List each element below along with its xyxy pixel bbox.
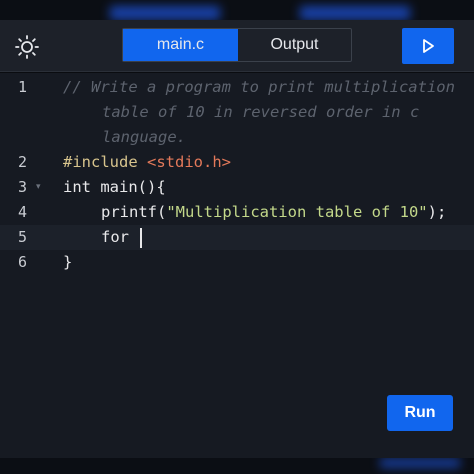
line-number: 2 bbox=[18, 153, 28, 171]
line-number: 3 bbox=[18, 178, 28, 196]
text-cursor bbox=[140, 227, 143, 248]
play-icon bbox=[423, 39, 434, 53]
code-line: 3 ▾ int main(){ bbox=[0, 175, 474, 200]
code-line: 6 } bbox=[0, 250, 474, 275]
comment-text: table of 10 in reversed order in c bbox=[102, 103, 420, 121]
run-button[interactable]: Run bbox=[387, 395, 453, 431]
code-line-active: 5 for bbox=[0, 225, 474, 250]
play-button[interactable] bbox=[402, 28, 454, 64]
code-tail: ); bbox=[427, 203, 447, 221]
code-line-wrap: table of 10 in reversed order in c bbox=[0, 100, 474, 125]
line-number: 5 bbox=[18, 228, 28, 246]
string-literal: "Multiplication table of 10" bbox=[166, 203, 428, 221]
line-number: 6 bbox=[18, 253, 28, 271]
line-number: 4 bbox=[18, 203, 28, 221]
file-tabs: main.c Output bbox=[122, 28, 352, 62]
header-name: <stdio.h> bbox=[147, 153, 231, 171]
editor-toolbar: main.c Output bbox=[0, 20, 474, 72]
tab-main-c[interactable]: main.c bbox=[123, 29, 238, 61]
include-directive: #include bbox=[63, 153, 138, 171]
theme-toggle-button[interactable] bbox=[14, 34, 40, 60]
line-number: 1 bbox=[18, 78, 28, 96]
tab-output[interactable]: Output bbox=[238, 29, 351, 61]
bottom-bezel bbox=[0, 458, 474, 474]
top-bezel bbox=[0, 0, 474, 20]
code-line: 4 printf("Multiplication table of 10"); bbox=[0, 200, 474, 225]
code-text: for bbox=[101, 228, 139, 246]
function-call: printf( bbox=[101, 203, 167, 221]
sun-icon bbox=[15, 35, 39, 59]
code-text: } bbox=[63, 253, 73, 271]
fold-arrow-icon[interactable]: ▾ bbox=[36, 175, 41, 200]
code-line-wrap: language. bbox=[0, 125, 474, 150]
code-text: int main(){ bbox=[63, 178, 166, 196]
comment-text: language. bbox=[102, 128, 186, 146]
comment-text: // Write a program to print multiplicati… bbox=[63, 78, 455, 96]
code-line: 1 // Write a program to print multiplica… bbox=[0, 75, 474, 100]
code-line: 2 #include <stdio.h> bbox=[0, 150, 474, 175]
